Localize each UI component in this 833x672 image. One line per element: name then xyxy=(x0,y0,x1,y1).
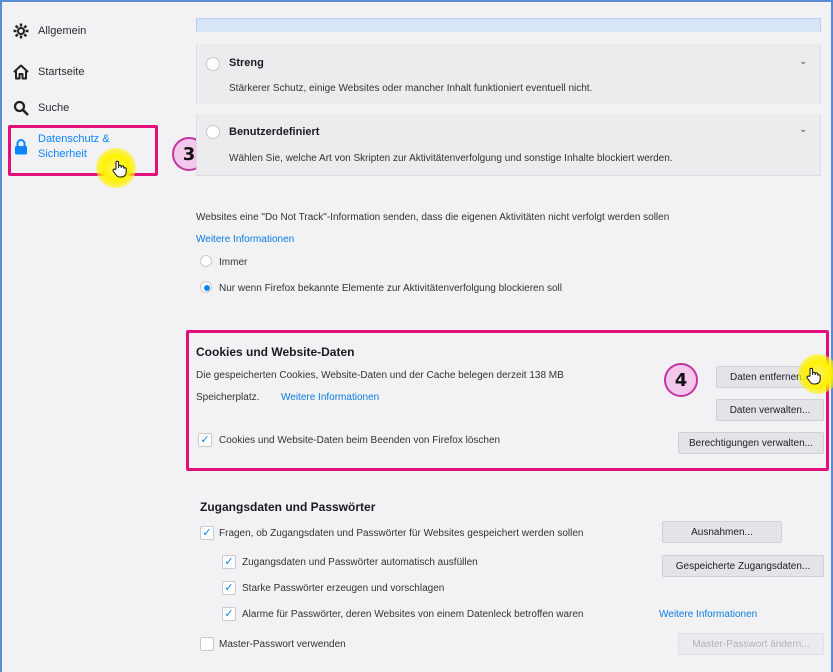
change-master-password-button[interactable]: Master-Passwort ändern... xyxy=(678,633,824,655)
exceptions-button[interactable]: Ausnahmen... xyxy=(662,521,782,543)
hand-cursor-icon xyxy=(806,367,821,385)
sidebar: Allgemein Startseite Suche Datenschutz &… xyxy=(2,2,186,672)
breach-alerts-more-info-link[interactable]: Weitere Informationen xyxy=(659,609,757,620)
cookies-usage-text-2: Speicherplatz. xyxy=(196,392,260,403)
checkbox-label: Starke Passwörter erzeugen und vorschlag… xyxy=(242,583,445,594)
dnt-text: Websites eine "Do Not Track"-Information… xyxy=(196,212,670,223)
sidebar-item-search[interactable]: Suche xyxy=(12,99,69,117)
saved-logins-button[interactable]: Gespeicherte Zugangsdaten... xyxy=(662,555,824,577)
chevron-down-icon[interactable]: ⌄ xyxy=(799,56,807,67)
main-content: Streng Stärkerer Schutz, einige Websites… xyxy=(186,2,833,672)
sidebar-item-privacy[interactable]: Datenschutz & Sicherheit xyxy=(12,132,110,162)
home-icon xyxy=(12,63,30,81)
checkbox-label: Zugangsdaten und Passwörter automatisch … xyxy=(242,557,478,568)
radio-label: Immer xyxy=(219,257,248,268)
sidebar-item-label-line1: Datenschutz & xyxy=(38,133,110,145)
radio-custom[interactable] xyxy=(206,125,220,139)
dnt-more-info-link[interactable]: Weitere Informationen xyxy=(196,234,294,245)
checkbox-ask-to-save-logins[interactable]: ✓ xyxy=(200,526,214,540)
sidebar-item-general[interactable]: Allgemein xyxy=(12,22,86,40)
cookies-section-title: Cookies und Website-Daten xyxy=(196,345,355,359)
option-description: Wählen Sie, welche Art von Skripten zur … xyxy=(229,153,673,164)
sidebar-item-label: Startseite xyxy=(38,66,85,78)
radio-dnt-always[interactable] xyxy=(200,255,212,267)
search-icon xyxy=(12,99,30,117)
sidebar-item-home[interactable]: Startseite xyxy=(12,63,84,81)
gear-icon xyxy=(12,22,30,40)
checkbox-suggest-passwords[interactable]: ✓ xyxy=(222,581,236,595)
logins-section-title: Zugangsdaten und Passwörter xyxy=(200,500,376,514)
tracking-option-custom[interactable]: Benutzerdefiniert Wählen Sie, welche Art… xyxy=(196,114,821,176)
checkbox-label: Alarme für Passwörter, deren Websites vo… xyxy=(242,609,584,620)
lock-icon xyxy=(12,138,30,156)
manage-permissions-button[interactable]: Berechtigungen verwalten... xyxy=(678,432,824,454)
sidebar-item-label: Suche xyxy=(38,102,70,114)
step-badge-4: 4 xyxy=(664,363,698,397)
selected-option-strip xyxy=(196,18,821,32)
sidebar-item-label-line2: Sicherheit xyxy=(38,148,87,160)
checkbox-label: Cookies und Website-Daten beim Beenden v… xyxy=(219,435,501,446)
checkbox-label: Master-Passwort verwenden xyxy=(219,639,346,650)
radio-strict[interactable] xyxy=(206,57,220,71)
radio-dnt-only-when-blocking[interactable] xyxy=(200,281,212,293)
checkbox-master-password[interactable] xyxy=(200,637,214,651)
sidebar-item-label: Allgemein xyxy=(38,25,87,37)
cookies-usage-text: Die gespeicherten Cookies, Website-Daten… xyxy=(196,370,564,381)
hand-cursor-icon xyxy=(112,160,127,178)
tracking-option-strict[interactable]: Streng Stärkerer Schutz, einige Websites… xyxy=(196,44,821,104)
option-title: Benutzerdefiniert xyxy=(229,126,320,138)
checkbox-breach-alerts[interactable]: ✓ xyxy=(222,607,236,621)
chevron-down-icon[interactable]: ⌄ xyxy=(799,124,807,135)
checkbox-autofill-logins[interactable]: ✓ xyxy=(222,555,236,569)
option-title: Streng xyxy=(229,57,264,69)
option-description: Stärkerer Schutz, einige Websites oder m… xyxy=(229,83,593,94)
manage-data-button[interactable]: Daten verwalten... xyxy=(716,399,824,421)
cookies-more-info-link[interactable]: Weitere Informationen xyxy=(281,392,379,403)
checkbox-clear-cookies-on-exit[interactable]: ✓ xyxy=(198,433,212,447)
checkbox-label: Fragen, ob Zugangsdaten und Passwörter f… xyxy=(219,528,584,539)
radio-label: Nur wenn Firefox bekannte Elemente zur A… xyxy=(219,283,562,294)
